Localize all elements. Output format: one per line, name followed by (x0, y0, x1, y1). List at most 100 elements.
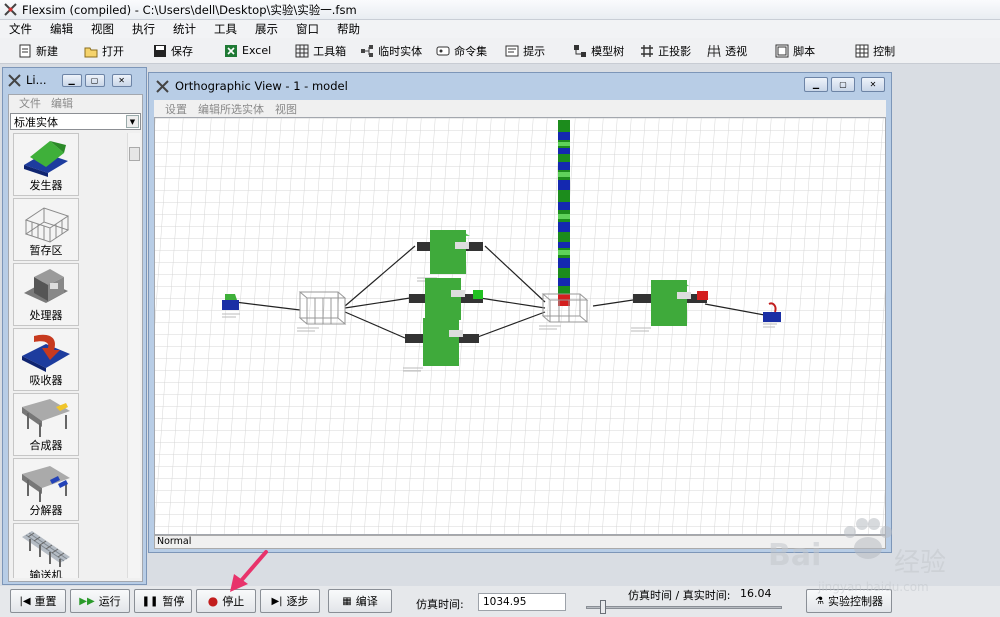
library-item-list: 发生器 暂存区 处理器 吸收器 合成器 分解器 输送机 (10, 133, 128, 578)
ortho-menu-view[interactable]: 视图 (275, 101, 297, 117)
annotation-arrow (230, 550, 268, 592)
ortho-menu-settings[interactable]: 设置 (165, 101, 187, 117)
rack-column[interactable] (558, 120, 570, 306)
step-icon: ▶| (271, 595, 283, 607)
library-item-combiner[interactable]: 合成器 (13, 393, 79, 456)
library-scrollbar[interactable] (127, 133, 140, 578)
library-panel: 文件 编辑 标准实体 ▼ 发生器 暂存区 处理器 吸收器 合成器 分解器 输送机 (8, 94, 143, 582)
menu-edit[interactable]: 编辑 (41, 21, 82, 37)
library-logo-icon (8, 73, 21, 87)
script-button[interactable]: 脚本 (775, 40, 815, 62)
compile-button[interactable]: ▦ 编译 (328, 589, 392, 613)
toolbox-button[interactable]: 工具箱 (295, 40, 346, 62)
flexsim-logo-icon (4, 3, 17, 16)
ortho-close-button[interactable]: ✕ (861, 77, 885, 92)
ortho-maximize-button[interactable]: ▢ (831, 77, 855, 92)
ortho-grid-icon (641, 44, 654, 57)
reset-button[interactable]: |◀ 重置 (10, 589, 66, 613)
ortho-menu-edit-selected[interactable]: 编辑所选实体 (198, 101, 264, 117)
processor-icon (24, 269, 68, 303)
minimize-icon: ▁ (68, 75, 75, 85)
library-maximize-button[interactable]: ▢ (84, 73, 105, 87)
combiner-icon (22, 399, 70, 437)
floor-grid (155, 118, 885, 534)
ortho-logo-icon (156, 79, 169, 93)
model-tree-button[interactable]: 模型树 (573, 40, 624, 62)
library-item-sink[interactable]: 吸收器 (13, 328, 79, 391)
queue-icon (24, 207, 70, 243)
new-button[interactable]: 新建 (18, 40, 58, 62)
command-icon (436, 46, 450, 55)
script-icon (775, 44, 789, 57)
app-title-bar: Flexsim (compiled) - C:\Users\dell\Deskt… (0, 0, 1000, 20)
library-item-queue[interactable]: 暂存区 (13, 198, 79, 261)
hint-icon (505, 45, 519, 56)
excel-button[interactable]: Excel (224, 40, 271, 62)
open-button[interactable]: 打开 (84, 40, 124, 62)
library-minimize-button[interactable]: ▁ (61, 73, 82, 87)
menu-tools[interactable]: 工具 (205, 21, 246, 37)
speed-slider[interactable] (586, 600, 782, 614)
command-set-button[interactable]: 命令集 (436, 40, 487, 62)
baidu-watermark: Bai 经验 jingyan.baidu.com (768, 518, 968, 600)
library-menu-edit[interactable]: 编辑 (51, 95, 73, 111)
temp-entity-button[interactable]: 临时实体 (360, 40, 422, 62)
run-icon: ▶▶ (79, 595, 95, 607)
save-disk-icon (154, 44, 166, 57)
maximize-icon: ▢ (839, 80, 847, 89)
reset-icon: |◀ (19, 595, 31, 607)
conveyor-icon (22, 531, 70, 567)
excel-icon (225, 44, 237, 57)
menu-window[interactable]: 窗口 (287, 21, 328, 37)
library-item-source[interactable]: 发生器 (13, 133, 79, 196)
library-item-conveyor[interactable]: 输送机 (13, 523, 79, 578)
watermark-brand-cn: 经验 (894, 548, 947, 578)
ortho-minimize-button[interactable]: ▁ (804, 77, 828, 92)
library-item-processor[interactable]: 处理器 (13, 263, 79, 326)
menu-presentation[interactable]: 展示 (246, 21, 287, 37)
folder-open-icon (84, 47, 98, 57)
close-icon: ✕ (869, 80, 877, 89)
source-icon (24, 141, 68, 177)
menu-execute[interactable]: 执行 (123, 21, 164, 37)
speed-slider-track (586, 606, 782, 609)
menu-bar: 文件 编辑 视图 执行 统计 工具 展示 窗口 帮助 (0, 20, 1000, 38)
tree-icon (574, 44, 587, 57)
new-file-icon (19, 44, 31, 57)
sim-time-field: 1034.95 (478, 593, 566, 611)
ortho-projection-button[interactable]: 正投影 (640, 40, 691, 62)
hint-button[interactable]: 提示 (505, 40, 545, 62)
library-titlebar[interactable]: Li... ▁ ▢ ✕ (3, 68, 146, 92)
menu-view[interactable]: 视图 (82, 21, 123, 37)
library-menu-file[interactable]: 文件 (19, 95, 41, 111)
speed-ratio-value: 16.04 (740, 587, 772, 600)
control-button[interactable]: 控制 (855, 40, 895, 62)
ortho-menu: 设置 编辑所选实体 视图 (154, 100, 886, 117)
pause-icon: ❚❚ (141, 595, 159, 607)
save-button[interactable]: 保存 (153, 40, 193, 62)
menu-file[interactable]: 文件 (0, 21, 41, 37)
library-close-button[interactable]: ✕ (111, 73, 132, 87)
scrollbar-thumb[interactable] (129, 147, 140, 161)
library-category-select[interactable]: 标准实体 ▼ (10, 113, 141, 130)
chevron-down-icon[interactable]: ▼ (126, 115, 139, 128)
separator-icon (22, 466, 70, 502)
sim-time-label: 仿真时间: (416, 598, 464, 611)
close-icon: ✕ (118, 75, 125, 85)
speed-slider-thumb[interactable] (600, 600, 606, 614)
watermark-brand: Bai (768, 538, 822, 573)
perspective-button[interactable]: 透视 (707, 40, 747, 62)
menu-help[interactable]: 帮助 (328, 21, 369, 37)
paw-logo-icon (844, 518, 892, 559)
compile-icon: ▦ (342, 595, 352, 607)
maximize-icon: ▢ (90, 75, 99, 85)
model-scene[interactable] (155, 118, 885, 534)
menu-statistics[interactable]: 统计 (164, 21, 205, 37)
model-canvas[interactable] (154, 117, 886, 535)
library-item-separator[interactable]: 分解器 (13, 458, 79, 521)
app-title: Flexsim (compiled) - C:\Users\dell\Deskt… (22, 2, 357, 17)
run-button[interactable]: ▶▶ 运行 (70, 589, 130, 613)
ortho-titlebar[interactable]: Orthographic View - 1 - model (149, 73, 891, 99)
pause-button[interactable]: ❚❚ 暂停 (134, 589, 192, 613)
perspective-grid-icon (707, 44, 721, 57)
